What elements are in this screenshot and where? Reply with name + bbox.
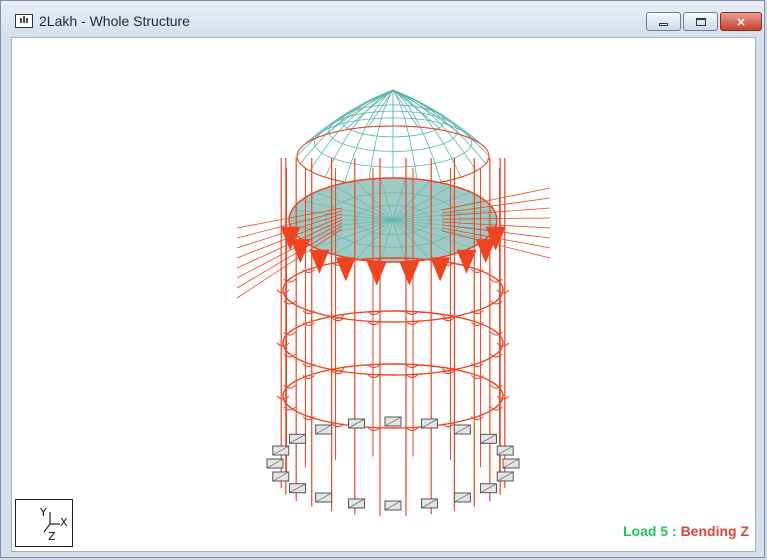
app-window: ılı 2Lakh - Whole Structure × Y X Z Load… bbox=[0, 0, 765, 558]
axis-triad: Y X Z bbox=[15, 499, 73, 547]
triad-y-label: Y bbox=[39, 506, 47, 519]
app-icon[interactable]: ılı bbox=[15, 14, 33, 28]
slab-moment-shape bbox=[399, 261, 420, 286]
dome-meridian bbox=[392, 89, 462, 178]
load-case-number: Load 5 bbox=[622, 523, 669, 539]
title-bar[interactable]: ılı 2Lakh - Whole Structure × bbox=[1, 1, 764, 37]
close-icon: × bbox=[735, 14, 747, 29]
load-separator: : bbox=[668, 523, 681, 539]
slab-moment-shape bbox=[366, 261, 387, 286]
structure-model-view bbox=[236, 89, 551, 516]
load-case-label: Load 5 : Bending Z bbox=[623, 523, 749, 539]
slab-moment-shape bbox=[456, 249, 477, 274]
close-button[interactable]: × bbox=[720, 12, 762, 31]
slab-moment-shape bbox=[475, 239, 496, 264]
structure-viewport[interactable]: Y X Z Load 5 : Bending Z bbox=[11, 37, 756, 552]
minimize-button[interactable] bbox=[646, 12, 681, 31]
slab-moment-shape bbox=[309, 249, 330, 274]
minimize-icon bbox=[659, 23, 668, 26]
result-type: Bending Z bbox=[680, 523, 749, 539]
ring-beam bbox=[282, 310, 504, 376]
maximize-icon bbox=[695, 17, 706, 26]
window-title: 2Lakh - Whole Structure bbox=[39, 13, 190, 29]
ring-beam bbox=[282, 257, 504, 323]
maximize-button[interactable] bbox=[683, 12, 718, 31]
triad-x-label: X bbox=[60, 516, 68, 529]
dome-meridian bbox=[324, 89, 394, 178]
triad-z-label: Z bbox=[48, 530, 56, 543]
